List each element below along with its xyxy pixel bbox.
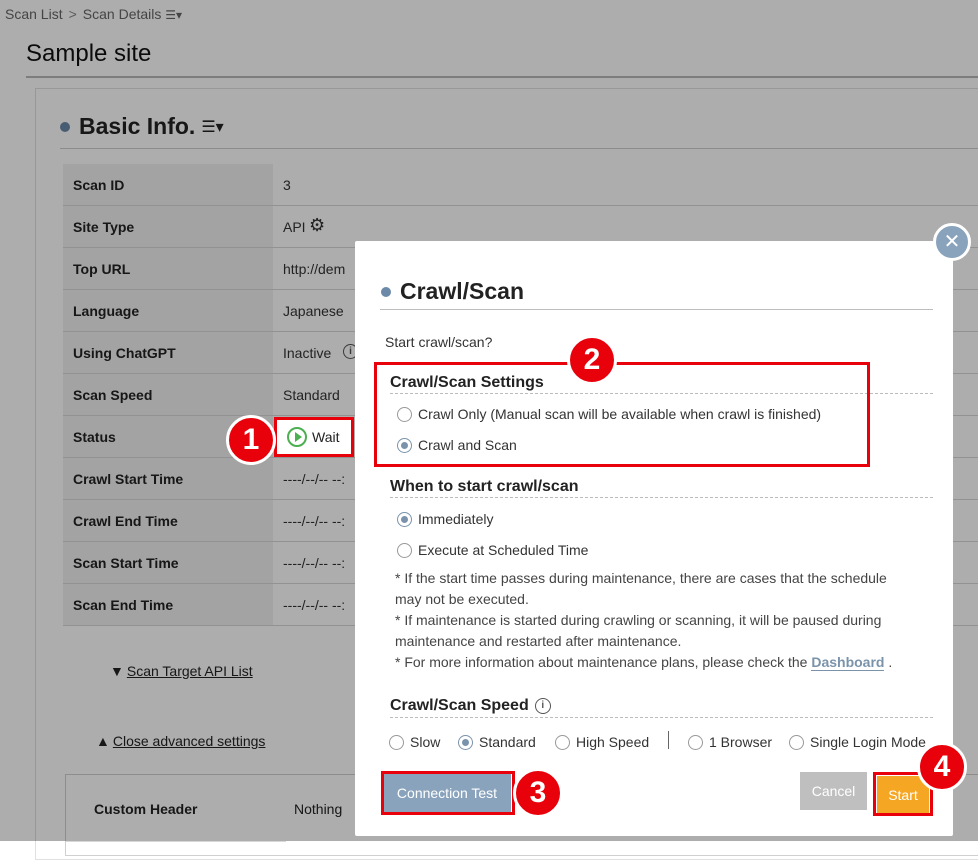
dialog-title-divider bbox=[380, 309, 933, 310]
dialog-title: Crawl/Scan bbox=[381, 278, 524, 305]
crawl-scan-dialog: Crawl/Scan Start crawl/scan? Crawl/Scan … bbox=[355, 241, 953, 836]
speed-divider bbox=[390, 717, 933, 718]
bullet-icon bbox=[381, 286, 391, 297]
radio-selected-icon bbox=[397, 511, 412, 527]
annotation-box-1 bbox=[274, 417, 354, 457]
radio-one-browser[interactable]: 1 Browser bbox=[688, 734, 772, 750]
annotation-box-3 bbox=[381, 771, 515, 815]
speed-separator bbox=[668, 731, 669, 749]
radio-circle-icon bbox=[789, 734, 804, 750]
radio-circle-icon bbox=[688, 734, 703, 750]
cancel-button[interactable]: Cancel bbox=[800, 772, 867, 810]
radio-scheduled-time[interactable]: Execute at Scheduled Time bbox=[397, 542, 588, 558]
info-icon[interactable]: i bbox=[534, 698, 551, 714]
radio-immediately[interactable]: Immediately bbox=[397, 511, 493, 527]
radio-single-login-mode[interactable]: Single Login Mode bbox=[789, 734, 926, 750]
annotation-number-1: 1 bbox=[226, 415, 276, 465]
annotation-box-2 bbox=[374, 362, 870, 467]
annotation-number-3: 3 bbox=[513, 768, 563, 818]
when-heading: When to start crawl/scan bbox=[390, 478, 579, 495]
radio-speed-slow[interactable]: Slow bbox=[389, 734, 440, 750]
maintenance-note-3: * For more information about maintenance… bbox=[395, 654, 893, 671]
maintenance-note-1: * If the start time passes during mainte… bbox=[395, 570, 887, 607]
annotation-number-4: 4 bbox=[917, 742, 967, 792]
speed-heading: Crawl/Scan Speed i bbox=[390, 697, 551, 715]
radio-circle-icon bbox=[397, 542, 412, 558]
dialog-prompt: Start crawl/scan? bbox=[385, 334, 493, 350]
when-divider bbox=[390, 497, 933, 498]
annotation-number-2: 2 bbox=[567, 335, 617, 385]
radio-speed-standard[interactable]: Standard bbox=[458, 734, 536, 750]
close-icon[interactable]: ✕ bbox=[933, 223, 971, 261]
dashboard-link[interactable]: Dashboard bbox=[811, 654, 885, 671]
radio-speed-high[interactable]: High Speed bbox=[555, 734, 649, 750]
maintenance-note-2: * If maintenance is started during crawl… bbox=[395, 612, 882, 649]
radio-circle-icon bbox=[389, 734, 404, 750]
radio-circle-icon bbox=[555, 734, 570, 750]
radio-selected-icon bbox=[458, 734, 473, 750]
